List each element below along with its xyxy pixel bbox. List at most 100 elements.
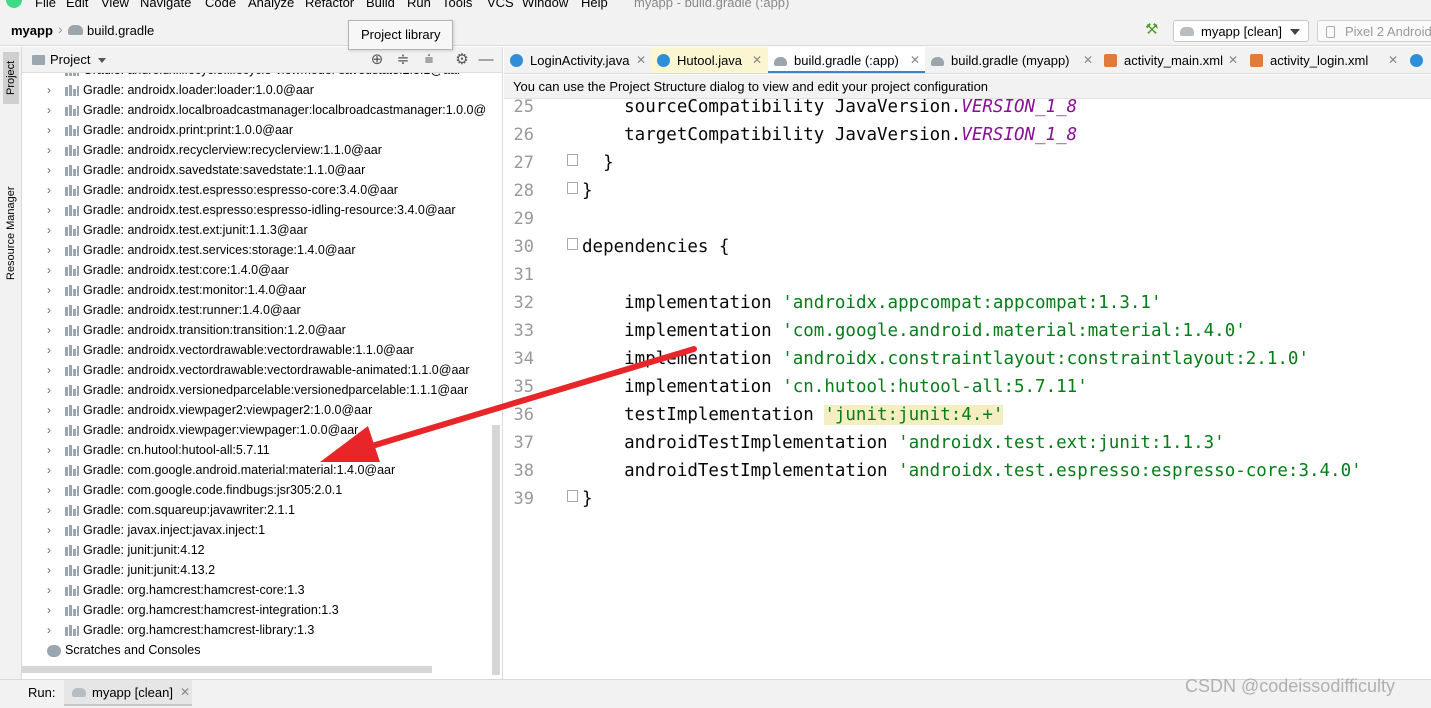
close-icon[interactable]: ✕ (1228, 47, 1238, 73)
collapse-all-icon[interactable]: ⩧ (420, 51, 438, 69)
menu-window[interactable]: Window (522, 0, 568, 10)
tool-tab-resource-manager[interactable]: Resource Manager (3, 175, 19, 291)
tree-item-library[interactable]: › Gradle: org.hamcrest:hamcrest-library:1… (22, 620, 502, 640)
chevron-right-icon[interactable]: › (47, 280, 51, 300)
menu-file[interactable]: File (35, 0, 56, 10)
tree-item-library[interactable]: › Gradle: androidx.test.ext:junit:1.1.3@a… (22, 220, 502, 240)
tab-hutool[interactable]: Hutool.java ✕ (651, 47, 768, 73)
chevron-right-icon[interactable]: › (47, 120, 51, 140)
chevron-right-icon[interactable]: › (47, 180, 51, 200)
chevron-right-icon[interactable]: › (47, 80, 51, 100)
tree-item-library[interactable]: › Gradle: androidx.vectordrawable:vectord… (22, 340, 502, 360)
expand-all-icon[interactable]: ≑ (394, 51, 412, 69)
locate-file-icon[interactable]: ⊕ (368, 51, 386, 69)
run-configuration-dropdown[interactable]: myapp [clean] (1173, 20, 1309, 42)
horizontal-scrollbar[interactable] (22, 666, 432, 673)
tab-login-activity[interactable]: LoginActivity.java ✕ (504, 47, 651, 73)
chevron-right-icon[interactable]: › (47, 400, 51, 420)
chevron-right-icon[interactable]: › (47, 620, 51, 640)
tree-item-library[interactable]: › Gradle: androidx.savedstate:savedstate:… (22, 160, 502, 180)
breadcrumb-project[interactable]: myapp (11, 23, 53, 38)
tree-item-library[interactable]: › Gradle: androidx.test:core:1.4.0@aar (22, 260, 502, 280)
tree-item-library[interactable]: › Gradle: javax.inject:javax.inject:1 (22, 520, 502, 540)
chevron-right-icon[interactable]: › (47, 240, 51, 260)
tree-item-library[interactable]: › Gradle: junit:junit:4.13.2 (22, 560, 502, 580)
fold-marker-icon[interactable] (567, 238, 578, 250)
menu-navigate[interactable]: Navigate (140, 0, 191, 10)
chevron-right-icon[interactable]: › (47, 360, 51, 380)
menu-code[interactable]: Code (205, 0, 236, 10)
gear-icon[interactable]: ⚙ (453, 51, 471, 69)
tree-item-scratches[interactable]: Scratches and Consoles (22, 640, 502, 660)
tree-item-library[interactable]: › Gradle: com.google.code.findbugs:jsr305… (22, 480, 502, 500)
fold-marker-icon[interactable] (567, 182, 578, 194)
menu-run[interactable]: Run (407, 0, 431, 10)
tab-activity-main[interactable]: activity_main.xml ✕ (1098, 47, 1244, 73)
chevron-right-icon[interactable]: › (47, 300, 51, 320)
chevron-right-icon[interactable]: › (47, 480, 51, 500)
build-hammer-icon[interactable]: ⚒ (1145, 22, 1161, 38)
tree-item-library[interactable]: › Gradle: androidx.test:runner:1.4.0@aar (22, 300, 502, 320)
tree-item-library[interactable]: › Gradle: androidx.localbroadcastmanager:… (22, 100, 502, 120)
vertical-scrollbar[interactable] (492, 425, 500, 675)
tab-build-gradle-myapp[interactable]: build.gradle (myapp) ✕ (925, 47, 1098, 73)
tree-item-library[interactable]: › Gradle: androidx.test.espresso:espresso… (22, 200, 502, 220)
tree-item-library[interactable]: › Gradle: androidx.recyclerview:recyclerv… (22, 140, 502, 160)
close-icon[interactable]: ✕ (636, 47, 646, 73)
tree-item-library[interactable]: › Gradle: androidx.versionedparcelable:ve… (22, 380, 502, 400)
close-icon[interactable]: ✕ (1388, 47, 1398, 73)
close-icon[interactable]: ✕ (752, 47, 762, 73)
tree-item-library[interactable]: › Gradle: org.hamcrest:hamcrest-integrati… (22, 600, 502, 620)
fold-marker-icon[interactable] (567, 490, 578, 502)
tree-item-library[interactable]: › Gradle: org.hamcrest:hamcrest-core:1.3 (22, 580, 502, 600)
chevron-right-icon[interactable]: › (47, 520, 51, 540)
chevron-right-icon[interactable]: › (47, 600, 51, 620)
chevron-right-icon[interactable]: › (47, 460, 51, 480)
close-icon[interactable]: ✕ (1083, 47, 1093, 73)
menu-view[interactable]: View (101, 0, 129, 10)
menu-edit[interactable]: Edit (66, 0, 88, 10)
chevron-down-icon[interactable] (98, 58, 106, 63)
chevron-right-icon[interactable]: › (47, 260, 51, 280)
tree-item-library[interactable]: › Gradle: androidx.print:print:1.0.0@aar (22, 120, 502, 140)
tree-item-library[interactable]: › Gradle: androidx.loader:loader:1.0.0@aa… (22, 80, 502, 100)
tree-item-library[interactable]: › Gradle: androidx.viewpager2:viewpager2:… (22, 400, 502, 420)
chevron-right-icon[interactable]: › (47, 540, 51, 560)
hide-panel-icon[interactable]: — (477, 51, 495, 69)
close-icon[interactable]: ✕ (910, 47, 920, 73)
chevron-right-icon[interactable]: › (47, 380, 51, 400)
run-tab[interactable]: myapp [clean] ✕ (64, 680, 192, 706)
chevron-right-icon[interactable]: › (47, 560, 51, 580)
menu-analyze[interactable]: Analyze (248, 0, 294, 10)
tool-tab-project[interactable]: Project (3, 52, 19, 104)
tree-item-library[interactable]: › Gradle: com.google.android.material:mat… (22, 460, 502, 480)
chevron-right-icon[interactable]: › (47, 320, 51, 340)
close-icon[interactable]: ✕ (180, 685, 190, 699)
tab-build-gradle-app[interactable]: build.gradle (:app) ✕ (768, 47, 925, 73)
breadcrumb-file[interactable]: build.gradle (87, 23, 154, 38)
chevron-right-icon[interactable]: › (47, 580, 51, 600)
tree-item-library[interactable]: › Gradle: androidx.test.services:storage:… (22, 240, 502, 260)
chevron-right-icon[interactable]: › (47, 200, 51, 220)
chevron-right-icon[interactable]: › (47, 420, 51, 440)
code-editor[interactable]: 25 26 27 28 29 30 31 32 33 34 35 36 37 38 39 sourceCom… (504, 99, 1431, 679)
tree-item-library[interactable]: › Gradle: androidx.test.espresso:espresso… (22, 180, 502, 200)
tree-item-library[interactable]: › Gradle: junit:junit:4.12 (22, 540, 502, 560)
chevron-right-icon[interactable]: › (47, 220, 51, 240)
tree-item-library[interactable]: › Gradle: cn.hutool:hutool-all:5.7.11 (22, 440, 502, 460)
tree-item-library[interactable]: › Gradle: androidx.test:monitor:1.4.0@aar (22, 280, 502, 300)
menu-refactor[interactable]: Refactor (305, 0, 354, 10)
chevron-right-icon[interactable]: › (47, 340, 51, 360)
tab-overflow[interactable]: Ba (1404, 47, 1431, 73)
chevron-right-icon[interactable]: › (47, 160, 51, 180)
device-selector[interactable]: Pixel 2 Android (1317, 20, 1431, 42)
tree-item-library[interactable]: › Gradle: androidx.transition:transition:… (22, 320, 502, 340)
chevron-right-icon[interactable]: › (47, 140, 51, 160)
project-view-selector[interactable]: Project (50, 52, 90, 67)
chevron-right-icon[interactable]: › (47, 440, 51, 460)
menu-vcs[interactable]: VCS (487, 0, 514, 10)
fold-marker-icon[interactable] (567, 154, 578, 166)
tree-item-library[interactable]: › Gradle: androidx.viewpager:viewpager:1.… (22, 420, 502, 440)
tab-activity-login[interactable]: activity_login.xml ✕ (1244, 47, 1404, 73)
chevron-right-icon[interactable]: › (47, 500, 51, 520)
